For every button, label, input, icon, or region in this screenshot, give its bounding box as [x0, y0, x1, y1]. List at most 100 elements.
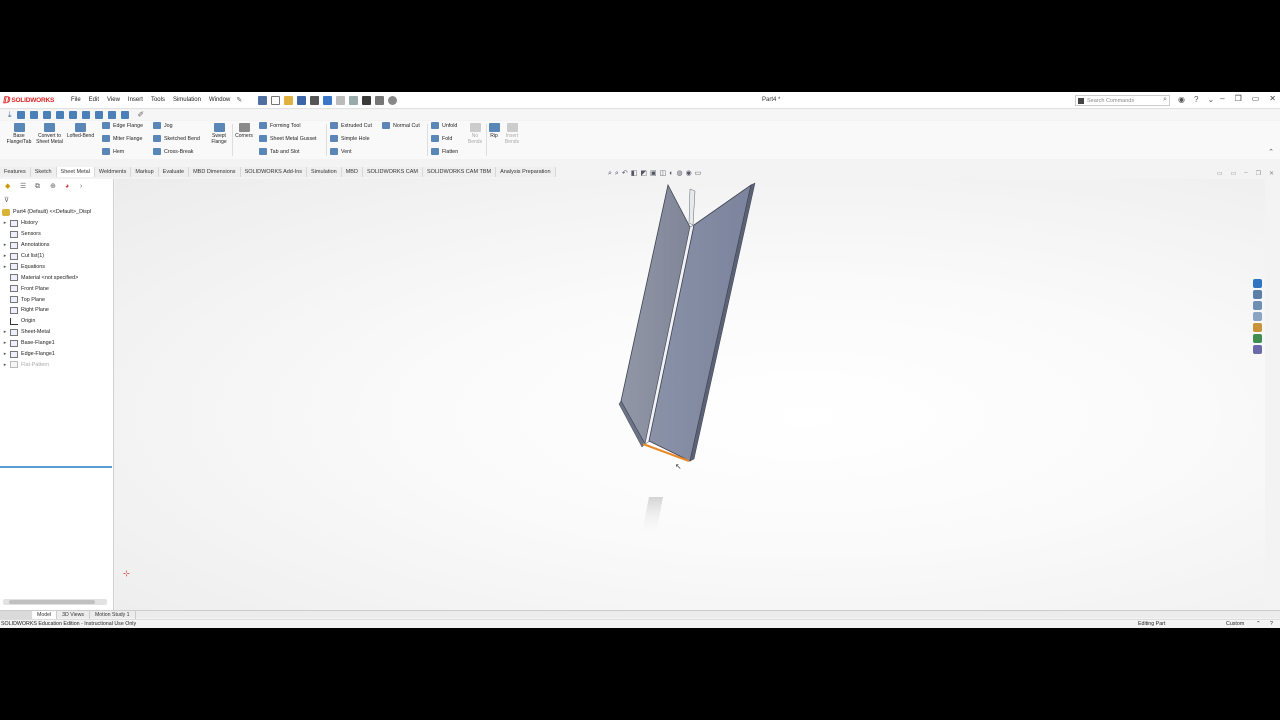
tree-item-base-flange[interactable]: ▸ Base-Flange1: [0, 338, 114, 349]
tab-solidworks-cam[interactable]: SOLIDWORKS CAM: [362, 167, 423, 177]
cross-break-button[interactable]: Cross-Break: [153, 148, 193, 155]
tab-model[interactable]: Model: [32, 610, 58, 619]
redo-icon[interactable]: [336, 95, 346, 105]
tab-analysis-preparation[interactable]: Analysis Preparation: [496, 167, 556, 177]
panel-more-icon[interactable]: ›: [80, 182, 90, 191]
tree-item-sheet-metal[interactable]: ▸ Sheet-Metal: [0, 327, 114, 338]
sketch-pen-icon[interactable]: ✐: [138, 111, 145, 119]
search-scope-icon[interactable]: [1078, 97, 1084, 104]
filter-icon[interactable]: ⊽: [4, 196, 9, 204]
toolbar-btn-8-icon[interactable]: [107, 111, 116, 119]
status-help-icon[interactable]: ?: [1270, 620, 1273, 628]
collapse-icon[interactable]: ⌄: [1207, 95, 1214, 105]
insert-bends-button[interactable]: Insert Bends: [502, 123, 522, 145]
view-settings-icon[interactable]: ▭: [695, 169, 702, 178]
tree-item-edge-flange[interactable]: ▸ Edge-Flange1: [0, 349, 114, 360]
solidworks-resources-icon[interactable]: [1253, 279, 1262, 288]
tab-sketch[interactable]: Sketch: [30, 167, 57, 177]
search-icon[interactable]: ⌕: [1163, 96, 1167, 104]
hem-button[interactable]: Hem: [102, 148, 124, 155]
tab-features[interactable]: Features: [0, 167, 31, 177]
menu-tools[interactable]: Tools: [147, 97, 169, 103]
tab-sheet-metal[interactable]: Sheet Metal: [56, 167, 95, 177]
appearances-icon[interactable]: [1253, 323, 1262, 332]
normal-cut-button[interactable]: Normal Cut: [382, 122, 420, 129]
apply-scene-icon[interactable]: ◉: [686, 169, 692, 178]
custom-properties-icon[interactable]: [1253, 334, 1262, 343]
expand-icon[interactable]: ▸: [0, 340, 10, 346]
zoom-to-fit-icon[interactable]: ⌕: [608, 169, 612, 178]
viewport-restore-icon[interactable]: ❐: [1256, 170, 1261, 177]
toolbar-btn-6-icon[interactable]: [81, 111, 90, 119]
user-account-icon[interactable]: ◉: [1178, 95, 1185, 105]
viewport-close-icon[interactable]: ✕: [1269, 170, 1274, 177]
zoom-to-area-icon[interactable]: ⌕: [615, 169, 619, 178]
select-icon[interactable]: [349, 95, 359, 105]
rollback-bar[interactable]: [0, 466, 112, 468]
tab-3d-views[interactable]: 3D Views: [57, 610, 90, 619]
search-input[interactable]: Search Commands: [1087, 98, 1134, 104]
tree-item-sensors[interactable]: Sensors: [0, 229, 114, 240]
viewport-split-icon[interactable]: ▭: [1231, 170, 1237, 177]
save-icon[interactable]: [297, 95, 307, 105]
expand-icon[interactable]: ▸: [0, 264, 10, 270]
corners-button[interactable]: Corners: [233, 123, 255, 140]
forming-tool-button[interactable]: Forming Tool: [259, 122, 301, 129]
toolbar-btn-3-icon[interactable]: [42, 111, 51, 119]
tree-item-top-plane[interactable]: Top Plane: [0, 294, 114, 305]
menu-simulation[interactable]: Simulation: [169, 97, 205, 103]
vent-button[interactable]: Vent: [330, 148, 352, 155]
display-manager-tab-icon[interactable]: ◕: [65, 182, 75, 191]
horizontal-scrollbar[interactable]: [3, 599, 107, 605]
configuration-manager-tab-icon[interactable]: ⧉: [35, 182, 45, 191]
tree-item-cut-list[interactable]: ▸ Cut list(1): [0, 251, 114, 262]
tab-and-slot-button[interactable]: Tab and Slot: [259, 148, 299, 155]
extruded-cut-button[interactable]: Extruded Cut: [330, 122, 372, 129]
unfold-button[interactable]: Unfold: [431, 122, 457, 129]
tab-motion-study-1[interactable]: Motion Study 1: [90, 610, 136, 619]
new-document-icon[interactable]: [271, 95, 281, 105]
tab-mbd[interactable]: MBD: [341, 167, 363, 177]
home-icon[interactable]: [258, 95, 268, 105]
tab-markup[interactable]: Markup: [131, 167, 159, 177]
undo-icon[interactable]: [323, 95, 333, 105]
tab-mbd-dimensions[interactable]: MBD Dimensions: [189, 167, 241, 177]
maximize-icon[interactable]: ▭: [1252, 94, 1260, 103]
view-palette-icon[interactable]: [1253, 312, 1262, 321]
options-gear-icon[interactable]: [388, 95, 398, 105]
tab-evaluate[interactable]: Evaluate: [158, 167, 190, 177]
tab-weldments[interactable]: Weldments: [94, 167, 132, 177]
menu-view[interactable]: View: [103, 97, 124, 103]
edit-appearance-icon[interactable]: ◍: [676, 169, 682, 178]
model-view[interactable]: ↖: [115, 179, 1265, 610]
units-dropdown-icon[interactable]: ⌃: [1256, 620, 1260, 628]
tree-item-annotations[interactable]: ▸ Annotations: [0, 240, 114, 251]
tree-item-front-plane[interactable]: Front Plane: [0, 283, 114, 294]
jog-button[interactable]: Jog: [153, 122, 173, 129]
expand-icon[interactable]: ▸: [0, 242, 10, 248]
file-properties-icon[interactable]: [375, 95, 385, 105]
print-icon[interactable]: [310, 95, 320, 105]
convert-to-sheet-metal-button[interactable]: Convert to Sheet Metal: [36, 123, 63, 145]
tree-item-flat-pattern[interactable]: ▸ Flat-Pattern: [0, 359, 114, 370]
sheet-metal-gusset-button[interactable]: Sheet Metal Gusset: [259, 135, 317, 142]
close-icon[interactable]: ✕: [1269, 94, 1276, 103]
section-view-icon[interactable]: ◧: [631, 169, 638, 178]
toolbar-btn-9-icon[interactable]: [120, 111, 129, 119]
dynamic-annotation-icon[interactable]: ◩: [640, 169, 647, 178]
tree-root[interactable]: Part4 (Default) <<Default>_Displ: [0, 207, 114, 218]
display-style-icon[interactable]: ◫: [660, 169, 667, 178]
menu-insert[interactable]: Insert: [124, 97, 147, 103]
hide-show-items-icon[interactable]: ◐: [669, 169, 673, 178]
tree-item-equations[interactable]: ▸ Equations: [0, 261, 114, 272]
menu-edit[interactable]: Edit: [85, 97, 103, 103]
dimxpert-tab-icon[interactable]: ⊕: [50, 182, 60, 191]
miter-flange-button[interactable]: Miter Flange: [102, 135, 142, 142]
solidworks-logo[interactable]: ⅅ SOLIDWORKS: [3, 95, 67, 106]
tab-solidworks-add-ins[interactable]: SOLIDWORKS Add-Ins: [240, 167, 308, 177]
design-library-icon[interactable]: [1253, 290, 1262, 299]
rip-button[interactable]: Rip: [487, 123, 501, 140]
expand-icon[interactable]: ▸: [0, 351, 10, 357]
property-manager-tab-icon[interactable]: ☰: [20, 182, 30, 191]
edge-flange-button[interactable]: Edge Flange: [102, 122, 143, 129]
